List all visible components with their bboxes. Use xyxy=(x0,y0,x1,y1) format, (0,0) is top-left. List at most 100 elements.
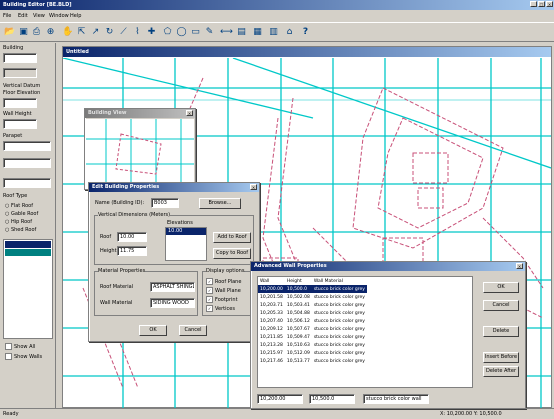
edit-icon[interactable]: ✎ xyxy=(204,27,215,38)
open-icon[interactable]: 📂 xyxy=(4,27,15,38)
table-row[interactable]: 10,209.12 10,507.67 stucco brick color gre… xyxy=(258,325,367,333)
advanced-wall-dialog[interactable]: Advanced Wall Properties × Wall Height W… xyxy=(250,261,526,409)
polyline-icon[interactable]: ⌇ xyxy=(132,27,143,38)
building-view-window[interactable]: Building View × xyxy=(84,108,196,190)
pan-icon[interactable]: ✋ xyxy=(62,27,73,38)
layer-icon[interactable]: ▤ xyxy=(236,27,247,38)
table-row[interactable]: 10,201.58 10,502.08 stucco brick color gre… xyxy=(258,293,367,301)
wall-table-grid: Wall Height Wall Material 10,200.00 10,50… xyxy=(258,277,367,365)
flat-roof-radio[interactable]: ○ Flat Roof xyxy=(5,203,33,210)
measure-icon[interactable]: ⟷ xyxy=(220,27,233,38)
table-row[interactable]: 10,200.00 10,500.0 stucco brick color grey xyxy=(258,285,367,293)
material-edit-field[interactable]: stucco brick color wall xyxy=(363,394,429,404)
roof-label: Roof xyxy=(100,234,112,240)
print-icon[interactable]: ⎙ xyxy=(31,27,42,38)
wall-cell: 10,217.46 xyxy=(260,358,283,364)
menu-edit[interactable]: Edit xyxy=(18,13,28,19)
wall-cell: 10,205.33 xyxy=(260,310,283,316)
wall-table[interactable]: Wall Height Wall Material 10,200.00 10,50… xyxy=(257,276,473,388)
cancel-button[interactable]: Cancel xyxy=(179,325,207,336)
elevations-list-item[interactable]: 10.00 xyxy=(166,228,206,235)
zoom-icon[interactable]: ⊕ xyxy=(45,27,56,38)
node-icon[interactable]: ▭ xyxy=(190,27,201,38)
line-icon[interactable]: ⟋ xyxy=(118,27,129,38)
wall-edit-field[interactable]: 10,200.00 xyxy=(257,394,303,404)
table-row[interactable]: 10,207.40 10,506.12 stucco brick color gre… xyxy=(258,317,367,325)
name-field[interactable]: B003 xyxy=(151,198,179,208)
close-button[interactable]: × xyxy=(546,1,553,7)
height-edit-field[interactable]: 10,500.0 xyxy=(309,394,355,404)
elevation-field[interactable] xyxy=(3,68,37,78)
height-cell: 10,500.0 xyxy=(284,285,312,293)
show-walls-checkbox[interactable]: Show Walls xyxy=(5,353,42,361)
grid-icon[interactable]: ▦ xyxy=(252,27,263,38)
wall-material-select[interactable]: SIDING WOOD xyxy=(150,298,195,308)
layer-list[interactable] xyxy=(3,239,53,339)
roof-plane-checkbox[interactable]: ✓ Roof Plane xyxy=(206,278,241,286)
insert-before-button[interactable]: Insert Before xyxy=(483,352,519,363)
vertices-checkbox[interactable]: ✓ Vertices xyxy=(206,305,235,313)
elevations-list[interactable]: 10.00 xyxy=(165,227,207,261)
wall-cancel-button[interactable]: Cancel xyxy=(483,300,519,311)
table-row[interactable]: 10,211.85 10,509.47 stucco brick color gre… xyxy=(258,333,367,341)
edit-building-close-button[interactable]: × xyxy=(250,184,257,190)
height-field[interactable]: 11.75 xyxy=(117,246,147,256)
draw-icon[interactable]: ✚ xyxy=(146,27,157,38)
table-row[interactable]: 10,205.33 10,504.88 stucco brick color gre… xyxy=(258,309,367,317)
vertical-dimensions-label: Vertical Dimensions (Meters) xyxy=(98,212,171,219)
building-field[interactable] xyxy=(3,53,37,63)
gable-roof-radio[interactable]: ○ Gable Roof xyxy=(5,211,38,218)
menu-file[interactable]: File xyxy=(3,13,11,19)
ok-button[interactable]: OK xyxy=(139,325,167,336)
floor-elevation-field[interactable] xyxy=(3,98,37,108)
layer-list-item[interactable] xyxy=(5,249,51,256)
delete-after-button[interactable]: Delete After xyxy=(483,366,519,377)
help-icon[interactable]: ? xyxy=(300,27,311,38)
advanced-wall-title: Advanced Wall Properties xyxy=(254,263,327,269)
copy-to-roof-button[interactable]: Copy to Roof xyxy=(213,248,251,259)
table-row[interactable]: 10,217.46 10,513.77 stucco brick color gre… xyxy=(258,357,367,365)
material-cell: stucco brick color grey xyxy=(313,302,365,308)
wall-material-label: Wall Material xyxy=(100,300,133,306)
roof-field[interactable]: 10.00 xyxy=(117,232,147,242)
table-row[interactable]: 10,215.97 10,512.09 stucco brick color gre… xyxy=(258,349,367,357)
parapet-select[interactable] xyxy=(3,141,51,151)
menu-help[interactable]: Help xyxy=(70,13,81,19)
wall-plane-checkbox[interactable]: ✓ Wall Plane xyxy=(206,287,241,295)
building-view-close-button[interactable]: × xyxy=(186,110,193,116)
display-options-group: Display options ✓ Roof Plane ✓ Wall Plane … xyxy=(202,268,254,316)
select-icon[interactable]: ⇱ xyxy=(76,27,87,38)
table-row[interactable]: 10,203.71 10,503.41 stucco brick color gre… xyxy=(258,301,367,309)
wall-material-select[interactable] xyxy=(3,178,51,188)
wall-ok-button[interactable]: OK xyxy=(483,282,519,293)
circle-icon[interactable]: ◯ xyxy=(176,27,187,38)
wall-height-field[interactable] xyxy=(3,119,37,129)
polygon-icon[interactable]: ⬠ xyxy=(162,27,173,38)
edit-building-dialog[interactable]: Edit Building Properties × Name (Buildin… xyxy=(88,182,260,342)
wall-delete-button[interactable]: Delete xyxy=(483,326,519,337)
hip-roof-radio[interactable]: ○ Hip Roof xyxy=(5,219,32,226)
show-all-checkbox[interactable]: Show All xyxy=(5,343,35,351)
material-select[interactable] xyxy=(3,158,51,168)
add-to-roof-button[interactable]: Add to Roof xyxy=(213,232,251,243)
material-cell: stucco brick color grey xyxy=(313,334,365,340)
rotate-icon[interactable]: ↻ xyxy=(104,27,115,38)
browse-button[interactable]: Browse... xyxy=(199,198,241,209)
wall-icon[interactable]: ▥ xyxy=(268,27,279,38)
menu-window[interactable]: Window xyxy=(49,13,69,19)
shed-roof-radio[interactable]: ○ Shed Roof xyxy=(5,227,36,234)
footprint-checkbox[interactable]: ✓ Footprint xyxy=(206,296,238,304)
toolbar: 📂 ▣ ⎙ ⊕ ✋ ⇱ ↗ ↻ ⟋ ⌇ ✚ ⬠ ◯ ▭ ✎ ⟷ ▤ ▦ ▥ ⌂ … xyxy=(0,22,554,42)
maximize-button[interactable]: □ xyxy=(538,1,545,7)
move-icon[interactable]: ↗ xyxy=(90,27,101,38)
minimize-button[interactable]: _ xyxy=(530,1,537,7)
save-icon[interactable]: ▣ xyxy=(18,27,29,38)
table-row[interactable]: 10,213.28 10,510.63 stucco brick color gre… xyxy=(258,341,367,349)
layer-list-selected[interactable] xyxy=(5,241,51,248)
material-properties-label: Material Properties xyxy=(98,268,146,275)
map-window-title-bar: Untitled xyxy=(63,47,551,57)
menu-view[interactable]: View xyxy=(33,13,45,19)
roof-material-select[interactable]: ASPHALT SHINGLE xyxy=(150,282,195,292)
advanced-wall-close-button[interactable]: × xyxy=(516,263,523,269)
roof-icon[interactable]: ⌂ xyxy=(284,27,295,38)
